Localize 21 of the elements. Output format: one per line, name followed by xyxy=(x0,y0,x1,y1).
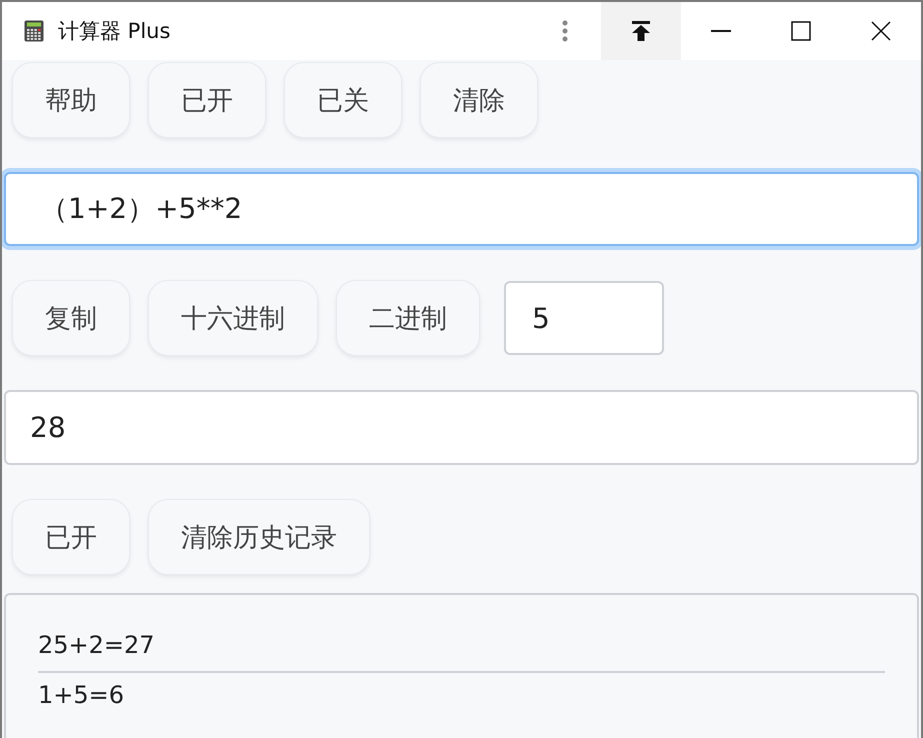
history-button[interactable]: 清除历史记录 xyxy=(148,499,370,575)
toolbar-button[interactable]: 已开 xyxy=(148,62,266,138)
maximize-icon xyxy=(791,21,811,41)
close-icon xyxy=(871,21,891,41)
pin-icon xyxy=(631,20,651,42)
digits-field[interactable]: 5 xyxy=(504,281,664,355)
calculator-icon xyxy=(24,20,44,42)
toolbar-button[interactable]: 帮助 xyxy=(12,62,130,138)
history-entry: 25+2=27 xyxy=(38,631,156,661)
convert-button[interactable]: 二进制 xyxy=(336,280,480,356)
convert-button[interactable]: 十六进制 xyxy=(148,280,318,356)
history-button[interactable]: 已开 xyxy=(12,499,130,575)
pin-button[interactable] xyxy=(601,2,681,60)
convert-button[interactable]: 复制 xyxy=(12,280,130,356)
expression-field[interactable]: （1+2）+5**2 xyxy=(4,172,919,246)
window-title: 计算器 Plus xyxy=(58,18,170,45)
history-entry: 1+5=6 xyxy=(38,681,126,711)
toolbar-button[interactable]: 清除 xyxy=(420,62,538,138)
result-field[interactable]: 28 xyxy=(4,390,919,465)
toolbar-button[interactable]: 已关 xyxy=(284,62,402,138)
minimize-icon xyxy=(711,30,731,32)
